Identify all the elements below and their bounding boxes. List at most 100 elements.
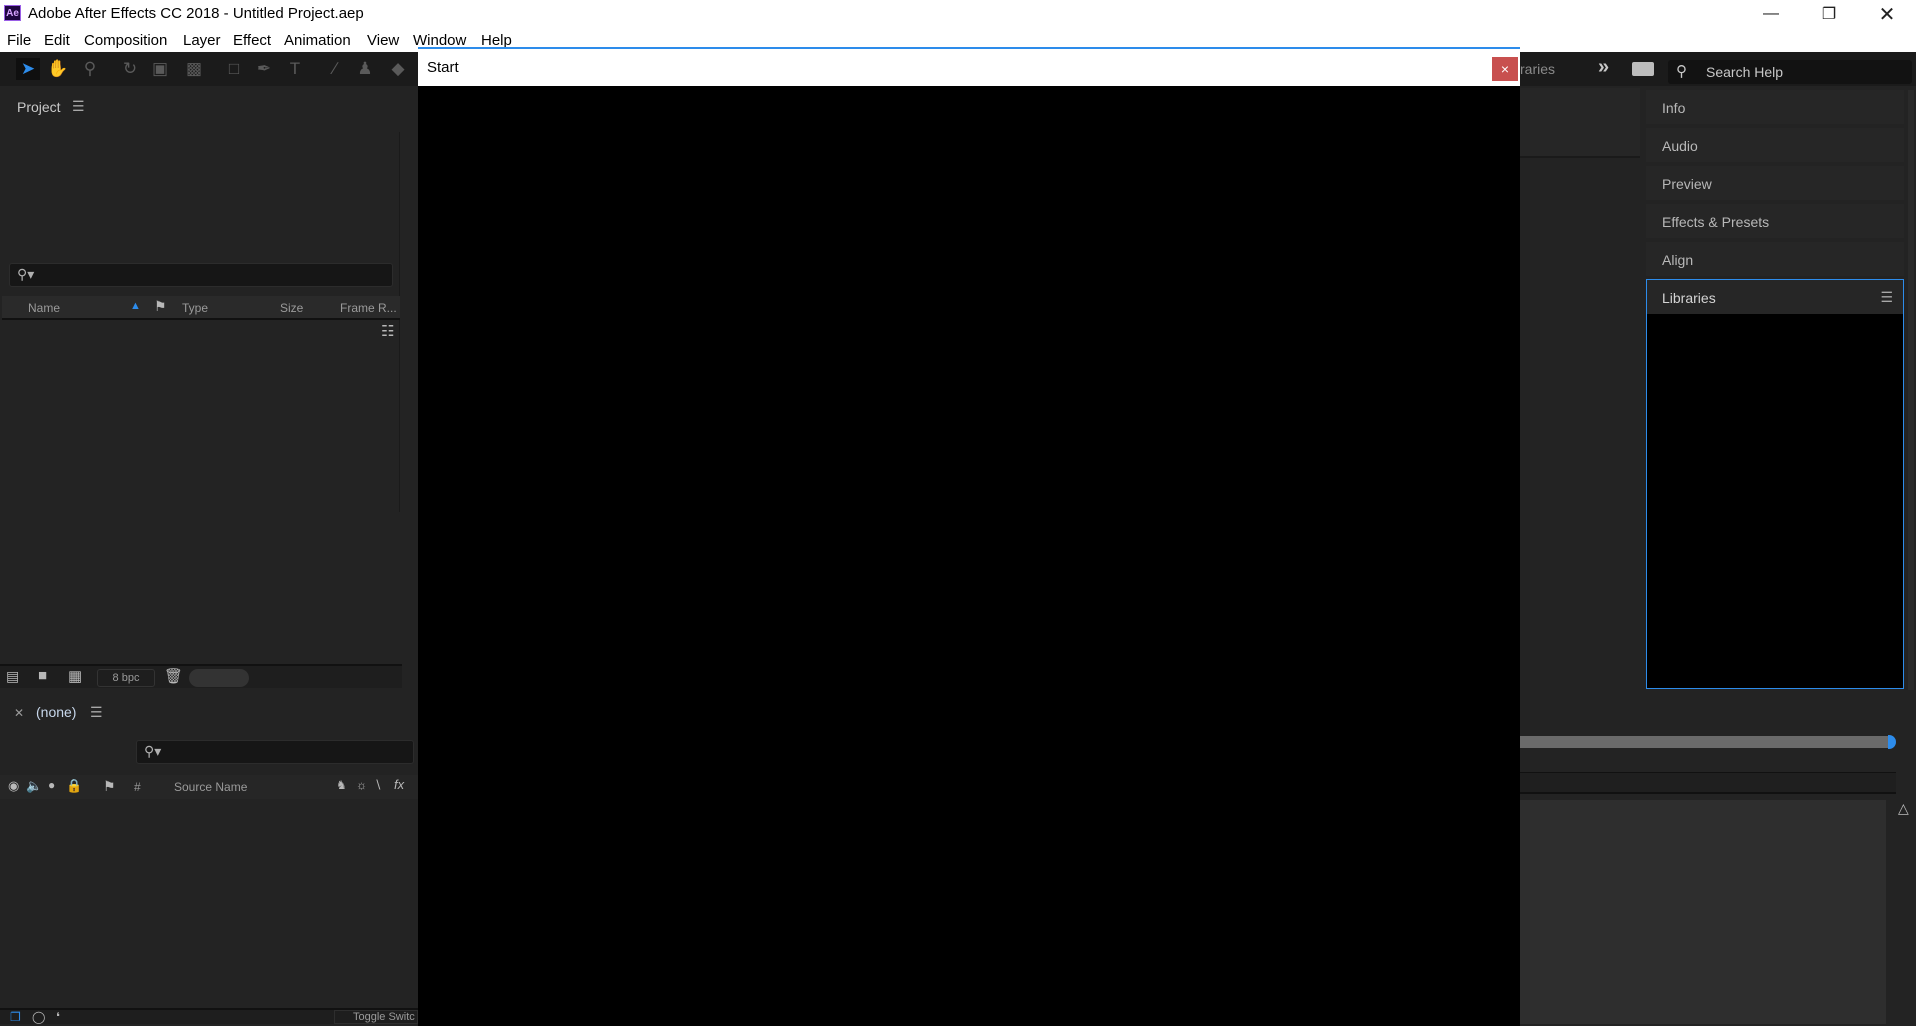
label-tag-icon[interactable]: ⚑ [154,298,167,315]
project-column-header: Name ▲ ⚑ Type Size Frame R... [2,296,400,320]
column-size[interactable]: Size [280,301,303,315]
menu-edit[interactable]: Edit [44,32,70,49]
panel-preview[interactable]: Preview [1646,166,1904,200]
project-panel-title[interactable]: Project [17,99,61,115]
menu-effect[interactable]: Effect [233,32,271,49]
search-icon: ⚲▾ [144,743,162,759]
timeline-comp-tab[interactable]: (none) [36,704,76,720]
search-icon: ⚲ [1676,63,1687,80]
flowchart-icon[interactable]: ☷ [381,322,394,340]
timeline-track-area [1520,800,1886,1024]
work-area-bar[interactable] [1520,736,1890,748]
bit-depth-button[interactable]: 8 bpc [97,669,155,687]
panel-align[interactable]: Align [1646,242,1904,276]
column-number[interactable]: # [134,780,141,794]
window-title: Adobe After Effects CC 2018 - Untitled P… [28,5,364,22]
start-dialog-titlebar[interactable]: Start × [418,49,1520,86]
in-out-icon[interactable]: ❛ [56,1010,60,1024]
collapse-icon[interactable]: ☼ [356,778,367,792]
workspace-overflow-button[interactable]: » [1598,56,1609,79]
selection-tool[interactable]: ➤ [16,58,40,80]
sort-ascending-icon[interactable]: ▲ [130,300,141,312]
transfer-controls-icon[interactable]: ◯ [32,1010,45,1024]
project-search-input[interactable]: ⚲▾ [9,263,393,287]
title-bar: Ae Adobe After Effects CC 2018 - Untitle… [0,0,1916,28]
menu-view[interactable]: View [367,32,399,49]
shy-icon[interactable]: ♞ [336,778,347,792]
fx-icon[interactable]: fx [394,777,404,792]
pen-icon: ✒ [256,59,272,78]
workspace-libraries-tab[interactable]: raries [1520,61,1555,77]
eraser-tool[interactable]: ◆ [386,58,410,80]
arrow-icon: ➤ [20,59,36,78]
menu-animation[interactable]: Animation [284,32,351,49]
minimize-button[interactable]: — [1742,0,1800,28]
trash-icon[interactable]: 🗑 [164,667,183,685]
close-icon: ✕ [1878,3,1896,26]
menu-composition[interactable]: Composition [84,32,167,49]
libraries-title: Libraries [1662,290,1716,306]
lock-icon[interactable]: 🔒 [66,778,82,794]
pan-behind-icon: ▩ [185,59,203,78]
hand-icon: ✋ [47,59,69,78]
start-dialog-close-button[interactable]: × [1492,57,1518,81]
after-effects-logo-icon: Ae [4,5,21,21]
start-dialog-content [418,86,1520,1026]
timeline-search-input[interactable]: ⚲▾ [136,740,414,764]
start-dialog-title: Start [427,59,459,76]
panel-info[interactable]: Info [1646,90,1904,124]
magnifier-icon: ⚲ [83,59,97,78]
panel-audio[interactable]: Audio [1646,128,1904,162]
hand-tool[interactable]: ✋ [46,58,70,80]
type-tool[interactable]: T [283,58,307,80]
timeline-footer: ❐ ◯ ❛ Toggle Switc [0,1008,418,1024]
timeline-column-header: ◉ 🔈 ● 🔒 ⚑ # Source Name ♞ ☼ ∖ fx [0,775,418,799]
time-ruler[interactable] [1520,772,1896,794]
work-area-end-handle[interactable] [1888,735,1896,749]
clone-stamp-tool[interactable]: ♟ [353,58,377,80]
brush-tool[interactable]: ∕ [323,58,347,80]
restore-button[interactable]: ❐ [1800,0,1858,28]
menu-layer[interactable]: Layer [183,32,221,49]
workspace-settings-icon[interactable] [1632,62,1654,76]
libraries-menu-icon[interactable]: ☰ [1880,289,1893,306]
rotation-tool[interactable]: ↻ [118,58,142,80]
column-source-name[interactable]: Source Name [174,780,247,794]
search-help-field[interactable]: ⚲ Search Help [1668,60,1912,84]
label-tag-icon[interactable]: ⚑ [103,778,116,795]
pan-behind-tool[interactable]: ▩ [182,58,206,80]
quality-icon[interactable]: ∖ [374,778,382,792]
viewer-panel-area-lower [1520,160,1640,660]
panel-divider [399,132,400,512]
interpret-footage-icon[interactable]: ▤ [6,668,19,685]
layer-switches-icon[interactable]: ❐ [10,1010,21,1024]
panel-audio-label: Audio [1662,138,1698,154]
new-composition-icon[interactable]: ▦ [68,667,82,685]
right-scrollbar[interactable] [1908,90,1914,690]
rectangle-tool[interactable]: □ [222,58,246,80]
timeline-menu-icon[interactable]: ☰ [90,704,103,721]
panel-preview-label: Preview [1662,176,1712,192]
column-frame-rate[interactable]: Frame R... [340,301,397,315]
camera-tool[interactable]: ▣ [148,58,172,80]
close-tab-icon[interactable]: ✕ [14,706,24,720]
solo-icon[interactable]: ● [48,778,55,792]
comp-marker-icon[interactable]: △ [1898,800,1909,817]
thumbnail-slider[interactable] [189,669,249,687]
project-panel-menu-icon[interactable]: ☰ [72,98,85,115]
toggle-switches-button[interactable]: Toggle Switc [334,1010,418,1024]
panel-effects-presets[interactable]: Effects & Presets [1646,204,1904,238]
zoom-tool[interactable]: ⚲ [78,58,102,80]
type-icon: T [289,59,301,78]
search-icon: ⚲▾ [17,266,35,282]
close-window-button[interactable]: ✕ [1858,0,1916,28]
column-name[interactable]: Name [28,301,60,315]
pen-tool[interactable]: ✒ [252,58,276,80]
libraries-header[interactable]: Libraries ☰ [1647,280,1903,314]
audio-icon[interactable]: 🔈 [26,778,42,794]
new-folder-icon[interactable]: ■ [38,667,47,684]
column-type[interactable]: Type [182,301,208,315]
menu-file[interactable]: File [7,32,31,49]
stamp-icon: ♟ [357,59,373,78]
eye-icon[interactable]: ◉ [8,778,19,794]
